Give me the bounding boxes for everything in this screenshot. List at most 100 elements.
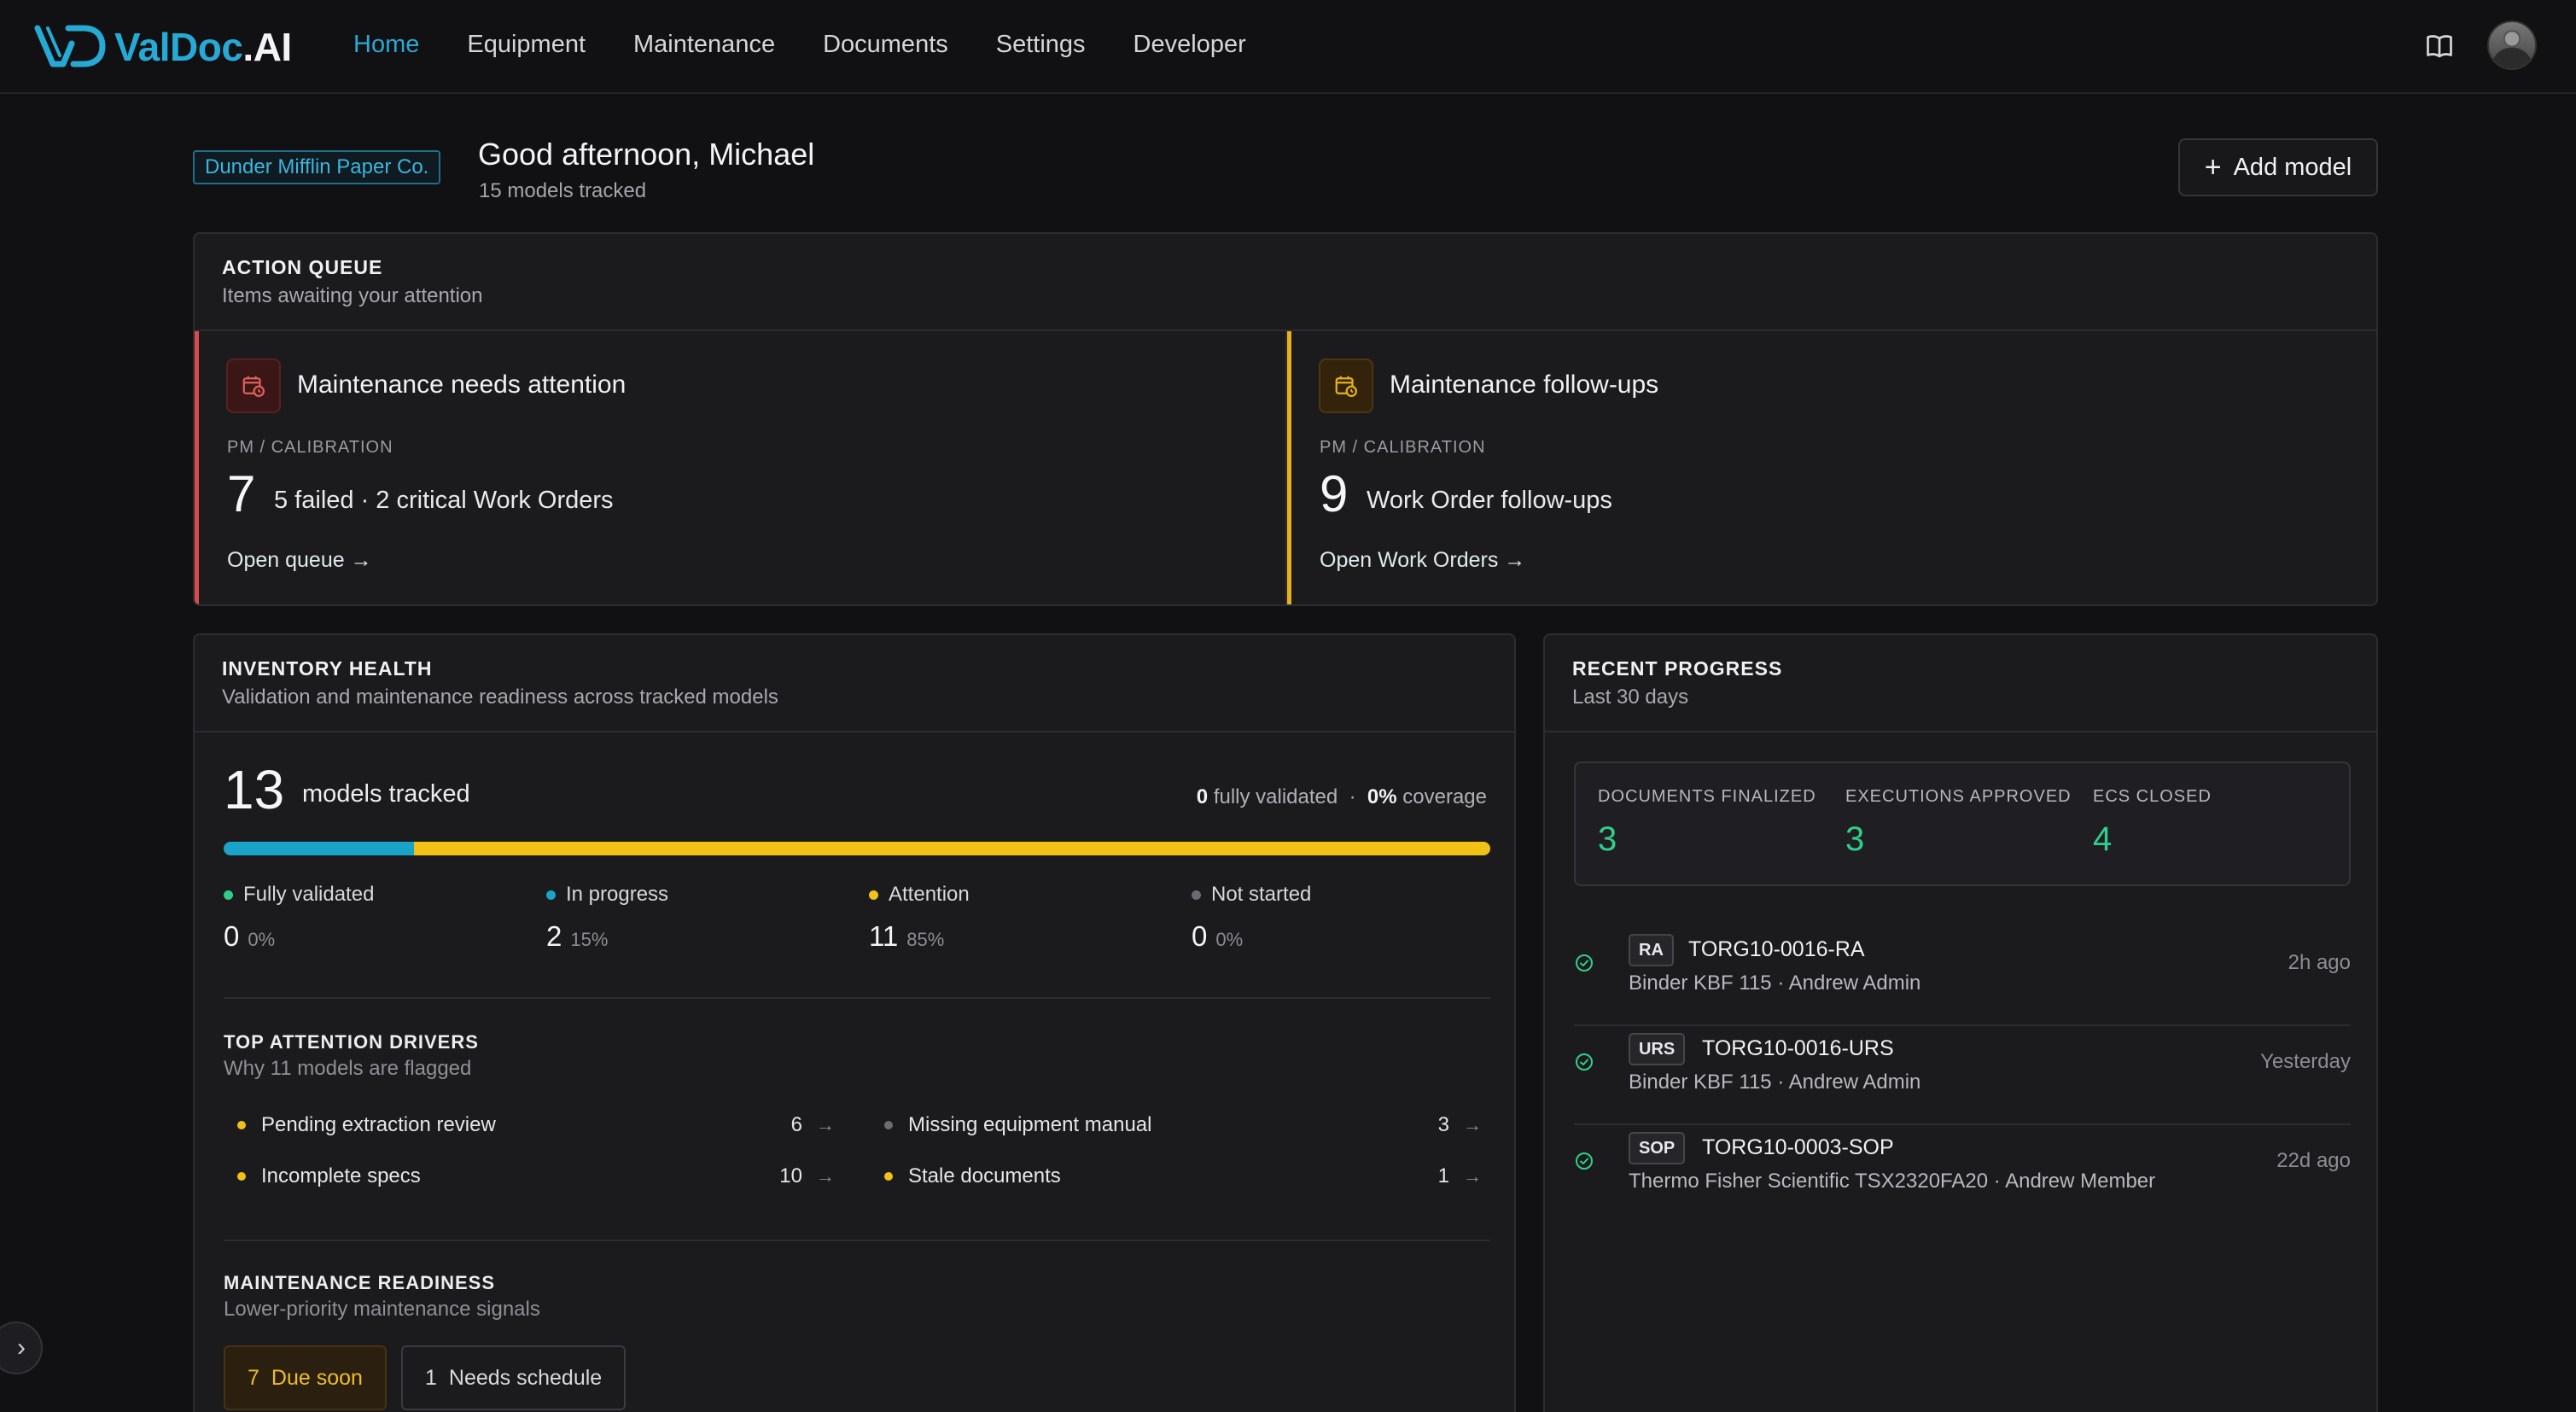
divider — [224, 997, 1490, 999]
action-queue-panel: ACTION QUEUE Items awaiting your attenti… — [193, 232, 2378, 606]
doc-name: TORG10-0003-SOP — [1702, 1135, 1894, 1159]
driver-stale-documents[interactable]: Stale documents 1 → — [884, 1158, 1482, 1195]
calendar-clock-icon — [226, 359, 281, 413]
organization-badge: Dunder Mifflin Paper Co. — [193, 150, 441, 184]
models-tracked-subtitle: 15 models tracked — [479, 179, 647, 202]
check-circle-icon — [1576, 1053, 1593, 1071]
driver-missing-equipment-manual[interactable]: Missing equipment manual 3 → — [884, 1106, 1482, 1144]
attention-drivers-subtitle: Why 11 models are flagged — [224, 1057, 472, 1080]
bar-segment — [413, 842, 1490, 855]
card-title: Maintenance needs attention — [297, 371, 627, 399]
needs-schedule-chip[interactable]: 1 Needs schedule — [401, 1345, 627, 1410]
timestamp: Yesterday — [2260, 1050, 2351, 1073]
stat-fully-validated: Fully validated 0 0% — [224, 883, 375, 952]
arrow-right-icon: → — [816, 1165, 835, 1187]
status-dot — [237, 1121, 246, 1129]
progress-stats-box: DOCUMENTS FINALIZED 3 EXECUTIONS APPROVE… — [1574, 761, 2351, 886]
check-circle-icon — [1576, 1152, 1593, 1170]
sidebar-expand-button[interactable]: › — [0, 1322, 43, 1374]
status-dot — [884, 1172, 893, 1181]
health-progress-bar — [224, 842, 1490, 855]
status-dot — [237, 1172, 246, 1181]
stat-in-progress: In progress 2 15% — [546, 883, 669, 952]
list-item[interactable]: URS TORG10-0016-URS Binder KBF 115 · And… — [1574, 1028, 2351, 1125]
doc-meta: Thermo Fisher Scientific TSX2320FA20 · A… — [1629, 1170, 2156, 1193]
arrow-right-icon: → — [350, 548, 372, 572]
doc-type-tag: RA — [1629, 934, 1674, 966]
action-queue-header: ACTION QUEUE Items awaiting your attenti… — [195, 234, 2376, 331]
calendar-clock-icon — [1319, 359, 1373, 413]
stat-executions-approved: EXECUTIONS APPROVED 3 — [1845, 787, 2072, 858]
recent-progress-subtitle: Last 30 days — [1572, 686, 1689, 709]
nav-documents[interactable]: Documents — [823, 31, 948, 59]
page-greeting: Good afternoon, Michael — [478, 137, 815, 172]
timestamp: 2h ago — [2288, 951, 2351, 974]
nav-developer[interactable]: Developer — [1134, 31, 1246, 59]
arrow-right-icon: → — [1463, 1165, 1482, 1187]
open-work-orders-link[interactable]: Open Work Orders → — [1320, 548, 1525, 573]
doc-name: TORG10-0016-RA — [1688, 937, 1865, 961]
maintenance-followups-card: Maintenance follow-ups PM / CALIBRATION … — [1287, 331, 2376, 604]
recent-progress-panel: RECENT PROGRESS Last 30 days DOCUMENTS F… — [1543, 633, 2378, 1412]
check-circle-icon — [1576, 954, 1593, 971]
user-avatar[interactable] — [2487, 20, 2537, 70]
stat-ecs-closed: ECS CLOSED 4 — [2093, 787, 2212, 858]
models-tracked-count: 13 — [224, 759, 285, 820]
validation-summary: 0 fully validated · 0% coverage — [1196, 785, 1487, 808]
recent-progress-header: RECENT PROGRESS Last 30 days — [1545, 635, 2376, 732]
inventory-health-title: INVENTORY HEALTH — [222, 657, 433, 680]
stat-documents-finalized: DOCUMENTS FINALIZED 3 — [1598, 787, 1816, 858]
due-soon-chip[interactable]: 7 Due soon — [224, 1345, 387, 1410]
plus-icon: + — [2204, 151, 2222, 184]
nav-settings[interactable]: Settings — [996, 31, 1086, 59]
arrow-right-icon: → — [816, 1114, 835, 1135]
status-dot — [546, 890, 556, 900]
timestamp: 22d ago — [2276, 1149, 2351, 1172]
doc-type-tag: URS — [1629, 1033, 1686, 1065]
driver-incomplete-specs[interactable]: Incomplete specs 10 → — [237, 1158, 835, 1195]
status-dot — [224, 890, 233, 900]
add-model-label: Add model — [2233, 153, 2352, 181]
recent-progress-title: RECENT PROGRESS — [1572, 657, 1783, 680]
stat-not-started: Not started 0 0% — [1192, 883, 1312, 952]
card-count: 7 — [227, 465, 256, 522]
action-queue-subtitle: Items awaiting your attention — [222, 284, 483, 307]
maintenance-readiness-title: MAINTENANCE READINESS — [224, 1272, 496, 1293]
models-tracked-label: models tracked — [302, 780, 470, 808]
card-kicker: PM / CALIBRATION — [1320, 438, 1486, 457]
nav-equipment[interactable]: Equipment — [467, 31, 586, 59]
logo[interactable]: ValDoc.AI — [34, 20, 292, 73]
list-item[interactable]: RA TORG10-0016-RA Binder KBF 115 · Andre… — [1574, 929, 2351, 1026]
doc-name: TORG10-0016-URS — [1702, 1036, 1894, 1060]
attention-drivers-title: TOP ATTENTION DRIVERS — [224, 1031, 479, 1053]
maintenance-attention-card: Maintenance needs attention PM / CALIBRA… — [195, 331, 1287, 604]
driver-pending-extraction-review[interactable]: Pending extraction review 6 → — [237, 1106, 835, 1144]
inventory-health-panel: INVENTORY HEALTH Validation and maintena… — [193, 633, 1516, 1412]
nav-home[interactable]: Home — [353, 31, 419, 59]
arrow-right-icon: → — [1504, 548, 1526, 572]
doc-meta: Binder KBF 115 · Andrew Admin — [1629, 971, 1921, 995]
list-item[interactable]: SOP TORG10-0003-SOP Thermo Fisher Scient… — [1574, 1127, 2351, 1224]
add-model-button[interactable]: + Add model — [2178, 138, 2378, 196]
valdoc-logo-icon — [34, 25, 106, 67]
inventory-health-subtitle: Validation and maintenance readiness acr… — [222, 686, 778, 709]
bar-segment — [224, 842, 414, 855]
top-navigation-bar: ValDoc.AI Home Equipment Maintenance Doc… — [0, 0, 2576, 94]
book-icon[interactable] — [2424, 31, 2455, 61]
status-dot — [869, 890, 878, 900]
doc-meta: Binder KBF 115 · Andrew Admin — [1629, 1071, 1921, 1094]
nav-maintenance[interactable]: Maintenance — [633, 31, 775, 59]
main-nav: Home Equipment Maintenance Documents Set… — [353, 31, 1246, 59]
arrow-right-icon: → — [1463, 1114, 1482, 1135]
doc-type-tag: SOP — [1629, 1132, 1686, 1164]
stat-attention: Attention 11 85% — [869, 883, 970, 952]
card-count: 9 — [1320, 465, 1349, 522]
divider — [224, 1240, 1490, 1241]
chevron-right-icon: › — [17, 1333, 26, 1362]
maintenance-readiness-subtitle: Lower-priority maintenance signals — [224, 1298, 540, 1321]
action-queue-title: ACTION QUEUE — [222, 256, 383, 278]
card-description: Work Order follow-ups — [1367, 487, 1612, 514]
open-queue-link[interactable]: Open queue → — [227, 548, 372, 573]
brand-name: ValDoc.AI — [114, 25, 292, 69]
card-title: Maintenance follow-ups — [1390, 371, 1659, 399]
